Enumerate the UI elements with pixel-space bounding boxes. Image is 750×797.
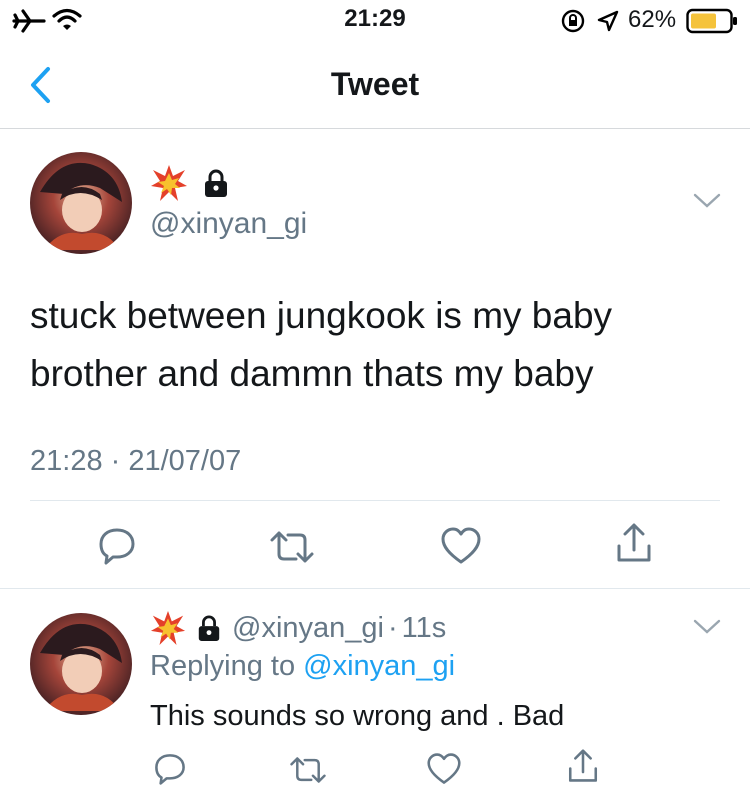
reply-text: This sounds so wrong and . Bad bbox=[150, 700, 565, 732]
battery-icon bbox=[686, 8, 737, 34]
status-bar: 21:29 62% bbox=[0, 0, 750, 40]
reply-header: @xinyan_gi · 11s bbox=[150, 610, 446, 646]
replying-to-line: Replying to @xinyan_gi bbox=[150, 650, 455, 683]
share-icon[interactable] bbox=[566, 748, 600, 784]
reply-age: 11s bbox=[401, 611, 447, 644]
replying-to-label: Replying to bbox=[150, 650, 296, 682]
tweet-text: stuck between jungkook is my baby brothe… bbox=[30, 295, 613, 394]
reply-icon[interactable] bbox=[153, 752, 187, 786]
replying-to-link[interactable]: @xinyan_gi bbox=[303, 650, 455, 682]
tweet-handle[interactable]: @xinyan_gi bbox=[150, 207, 307, 241]
collision-emoji bbox=[150, 610, 186, 646]
orientation-lock-icon bbox=[561, 9, 585, 33]
reply-icon[interactable] bbox=[97, 526, 137, 566]
avatar[interactable] bbox=[30, 152, 132, 254]
lock-icon bbox=[205, 169, 227, 197]
tweet-timestamp: 21:28 · 21/07/07 bbox=[30, 445, 242, 477]
collision-emoji bbox=[151, 165, 187, 201]
separator: · bbox=[387, 611, 398, 644]
like-icon[interactable] bbox=[426, 752, 462, 786]
divider bbox=[0, 588, 750, 589]
like-icon[interactable] bbox=[440, 526, 482, 566]
retweet-icon[interactable] bbox=[268, 530, 316, 564]
divider bbox=[30, 500, 720, 501]
share-icon[interactable] bbox=[614, 522, 654, 564]
reply-handle[interactable]: @xinyan_gi bbox=[232, 612, 384, 645]
retweet-icon[interactable] bbox=[288, 756, 328, 784]
chevron-down-icon[interactable] bbox=[692, 618, 722, 636]
location-icon bbox=[597, 10, 619, 32]
reply-avatar[interactable] bbox=[30, 613, 132, 715]
lock-icon bbox=[198, 615, 220, 641]
nav-bar: Tweet bbox=[0, 40, 750, 129]
display-name-row bbox=[150, 164, 230, 202]
battery-percent: 62% bbox=[628, 6, 677, 33]
chevron-down-icon[interactable] bbox=[692, 192, 722, 210]
page-title: Tweet bbox=[330, 66, 420, 102]
